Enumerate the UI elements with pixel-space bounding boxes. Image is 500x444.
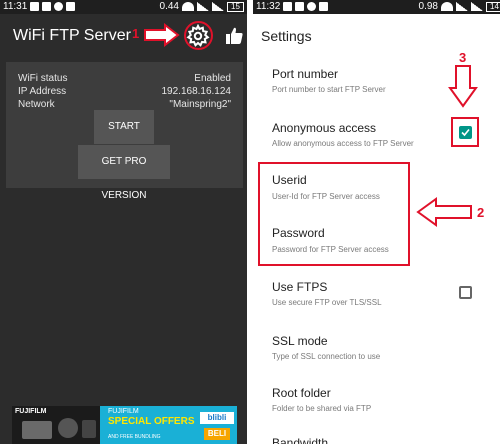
ad-headline: SPECIAL OFFERS bbox=[108, 416, 195, 427]
camera-image bbox=[22, 421, 52, 439]
setting-subtitle: Use secure FTP over TLS/SSL bbox=[272, 298, 382, 307]
annotation-arrow-1 bbox=[144, 23, 180, 47]
ad-subline: AND FREE BUNDLING bbox=[108, 434, 161, 440]
setting-root-folder[interactable]: Root folder Folder to be shared via FTP bbox=[253, 377, 500, 421]
setting-subtitle: Type of SSL connection to use bbox=[272, 352, 381, 361]
notification-icon bbox=[319, 2, 329, 11]
data-speed: 0.44 bbox=[159, 1, 179, 12]
annotation-label-1: 1 bbox=[132, 26, 140, 41]
status-bar: 11:32 0.98 14 bbox=[253, 0, 500, 14]
annotation-label-3: 3 bbox=[459, 50, 467, 65]
wifi-status-value: Enabled bbox=[194, 73, 231, 84]
setting-subtitle: Port number to start FTP Server bbox=[272, 85, 386, 94]
ad-brand-left: FUJIFILM bbox=[15, 408, 47, 415]
annotation-box-2 bbox=[258, 162, 410, 266]
ad-cta-button[interactable]: BELI bbox=[204, 428, 230, 440]
annotation-arrow-2 bbox=[416, 197, 472, 227]
ad-camera-panel: FUJIFILM bbox=[12, 406, 100, 444]
annotation-arrow-3 bbox=[448, 65, 478, 108]
ip-address-value: 192.168.16.124 bbox=[161, 86, 231, 97]
network-value: "Mainspring2" bbox=[169, 99, 231, 110]
ip-address-label: IP Address bbox=[18, 86, 67, 97]
setting-subtitle: Allow anonymous access to FTP Server bbox=[272, 139, 414, 148]
annotation-circle-1 bbox=[184, 21, 213, 50]
signal-icon-2 bbox=[471, 2, 483, 11]
wifi-status-label: WiFi status bbox=[18, 73, 68, 84]
ad-banner[interactable]: FUJIFILM FUJIFILM SPECIAL OFFERS AND FRE… bbox=[12, 406, 237, 444]
use-ftps-checkbox[interactable] bbox=[459, 286, 472, 299]
signal-icon-2 bbox=[212, 2, 224, 11]
skype-icon bbox=[54, 2, 64, 11]
thumbs-up-icon[interactable] bbox=[224, 26, 244, 46]
lens-image bbox=[58, 418, 78, 438]
get-pro-version-button[interactable]: GET PRO VERSION bbox=[78, 145, 170, 201]
facebook-icon bbox=[30, 2, 40, 11]
wifi-icon bbox=[441, 2, 453, 11]
mail-icon bbox=[42, 2, 52, 11]
status-time: 11:32 bbox=[256, 1, 281, 12]
battery-icon: 14 bbox=[486, 1, 500, 12]
start-button[interactable]: START bbox=[94, 110, 154, 144]
battery-icon: 15 bbox=[227, 1, 244, 12]
setting-ssl-mode[interactable]: SSL mode Type of SSL connection to use bbox=[253, 324, 500, 368]
annotation-label-2: 2 bbox=[477, 205, 485, 220]
right-screen: 11:32 0.98 14 Settings Port number Port … bbox=[253, 0, 500, 444]
network-label: Network bbox=[18, 99, 55, 110]
camera-image-2 bbox=[82, 420, 96, 438]
setting-title: SSL mode bbox=[272, 334, 328, 348]
setting-title: Anonymous access bbox=[272, 121, 377, 135]
signal-icon bbox=[197, 2, 209, 11]
ad-brand-right: FUJIFILM bbox=[108, 408, 139, 415]
skype-icon bbox=[307, 2, 317, 11]
app-title: WiFi FTP Server bbox=[13, 27, 131, 44]
setting-bandwidth[interactable]: Bandwidth bbox=[253, 430, 500, 444]
data-speed: 0.98 bbox=[418, 1, 438, 12]
server-status-card: WiFi status Enabled IP Address 192.168.1… bbox=[6, 62, 243, 201]
signal-icon bbox=[456, 2, 468, 11]
setting-title: Root folder bbox=[272, 386, 331, 400]
mail-icon bbox=[295, 2, 305, 11]
status-time: 11:31 bbox=[3, 1, 28, 12]
status-bar: 11:31 0.44 15 bbox=[0, 0, 247, 14]
facebook-icon bbox=[283, 2, 293, 11]
wifi-icon bbox=[182, 2, 194, 11]
ad-logo: blibli bbox=[200, 412, 234, 424]
left-screen: 11:31 0.44 15 WiFi FTP Server WiFi statu… bbox=[0, 0, 247, 444]
setting-subtitle: Folder to be shared via FTP bbox=[272, 404, 372, 413]
setting-title: Port number bbox=[272, 67, 339, 81]
notification-icon bbox=[66, 2, 76, 11]
setting-title: Use FTPS bbox=[272, 280, 328, 294]
ad-offer-panel: FUJIFILM SPECIAL OFFERS AND FREE BUNDLIN… bbox=[100, 406, 237, 444]
annotation-box-3 bbox=[451, 117, 479, 147]
page-title: Settings bbox=[261, 28, 312, 44]
setting-title: Bandwidth bbox=[272, 436, 329, 444]
